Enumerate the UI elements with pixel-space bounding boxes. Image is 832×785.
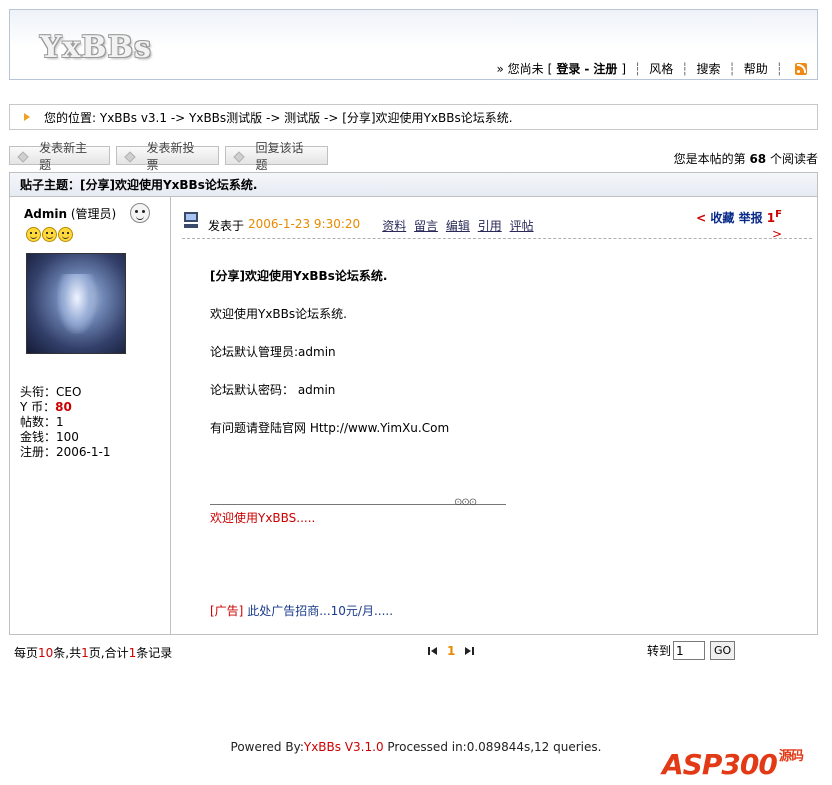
post-tools: < 收藏 举报 1F [696, 209, 782, 225]
signature: 欢迎使用YxBBS..... [210, 511, 316, 525]
post-meta: 发表于 2006-1-23 9:30:20 资料 留言 编辑 引用 评帖 [208, 217, 534, 233]
diamond-icon [123, 150, 135, 162]
top-nav: » 您尚未 [ 登录 - 注册 ] ┆ 风格 ┆ 搜索 ┆ 帮助 ┆ [496, 60, 807, 77]
message-link[interactable]: 留言 [414, 219, 438, 233]
style-link[interactable]: 风格 [649, 60, 673, 77]
watermark-logo: ASP300 源码 [662, 748, 804, 781]
new-topic-button[interactable]: 发表新主题 [9, 141, 110, 172]
smiley-icon [26, 227, 41, 242]
author-panel: Admin (管理员) 头衔：CEO Y 币：80 帖数：1 金钱：100 注册… [10, 197, 171, 634]
breadcrumb-text[interactable]: 您的位置: YxBBs v3.1 -> YxBBs测试版 -> 测试版 -> [… [44, 109, 513, 126]
thread-box: 贴子主题：[分享]欢迎使用YxBBs论坛系统. Admin (管理员) 头衔：C… [9, 172, 818, 635]
arrow-right-icon [24, 113, 30, 121]
edit-link[interactable]: 编辑 [446, 219, 470, 233]
favorite-link[interactable]: 收藏 [710, 211, 734, 225]
register-link[interactable]: 注册 [593, 60, 617, 77]
profile-link[interactable]: 资料 [382, 219, 406, 233]
help-link[interactable]: 帮助 [744, 60, 768, 77]
eyes-decoration-icon: ⊙⊙⊙ [454, 497, 477, 508]
post-line: 论坛默认管理员:admin [210, 345, 336, 359]
avatar [26, 253, 126, 354]
nav-separator: ┆ [681, 61, 689, 76]
site-logo[interactable]: YxBBs [40, 30, 152, 65]
goto-page: 转到 GO [647, 641, 736, 660]
rate-link[interactable]: 评帖 [510, 219, 534, 233]
report-link[interactable]: 举报 [739, 211, 763, 225]
nav-separator: ┆ [775, 61, 783, 76]
product-link[interactable]: YxBBs V3.1.0 [304, 740, 384, 754]
login-link[interactable]: 登录 [556, 60, 580, 77]
ad-banner[interactable]: [广告] 此处广告招商...10元/月..... [210, 602, 393, 619]
diamond-icon [16, 150, 27, 162]
thread-title: 贴子主题：[分享]欢迎使用YxBBs论坛系统. [10, 173, 817, 197]
floor-number: 1 [766, 211, 776, 225]
post-panel: 发表于 2006-1-23 9:30:20 资料 留言 编辑 引用 评帖 < 收… [172, 197, 817, 634]
post-date: 2006-1-23 9:30:20 [248, 217, 361, 231]
login-status-text: » 您尚未 [496, 62, 544, 76]
reader-count: 您是本帖的第 68 个阅读者 [673, 152, 818, 166]
reply-button[interactable]: 回复该话题 [225, 141, 328, 172]
post-line: 有问题请登陆官网 Http://www.YimXu.Com [210, 421, 450, 435]
post-line: 论坛默认密码： admin [210, 383, 336, 397]
current-page[interactable]: 1 [447, 644, 455, 658]
thread-actions: 发表新主题 发表新投票 回复该话题 [9, 141, 328, 172]
nav-separator: ┆ [634, 61, 642, 76]
site-header: YxBBs » 您尚未 [ 登录 - 注册 ] ┆ 风格 ┆ 搜索 ┆ 帮助 ┆ [9, 9, 818, 80]
first-page-icon[interactable] [428, 646, 437, 656]
rss-icon[interactable] [795, 62, 807, 75]
post-title: [分享]欢迎使用YxBBs论坛系统. [210, 269, 388, 283]
nav-separator: ┆ [728, 61, 736, 76]
search-link[interactable]: 搜索 [697, 60, 721, 77]
computer-icon [184, 212, 198, 228]
smiley-icon [58, 227, 73, 242]
go-button[interactable]: GO [710, 641, 736, 660]
rank-smileys [26, 227, 73, 242]
smiley-icon [42, 227, 57, 242]
author-stats: 头衔：CEO Y 币：80 帖数：1 金钱：100 注册：2006-1-1 [20, 385, 111, 459]
breadcrumb: 您的位置: YxBBs v3.1 -> YxBBs测试版 -> 测试版 -> [… [9, 104, 818, 130]
pager-summary: 每页10条,共1页,合计1条记录 [14, 646, 173, 660]
goto-page-input[interactable] [673, 641, 706, 660]
post-header: 发表于 2006-1-23 9:30:20 资料 留言 编辑 引用 评帖 < 收… [182, 207, 812, 241]
pager-nav: 1 [428, 644, 474, 658]
diamond-icon [232, 150, 244, 162]
new-poll-button[interactable]: 发表新投票 [116, 141, 219, 172]
author-name[interactable]: Admin (管理员) [24, 205, 116, 222]
quote-link[interactable]: 引用 [478, 219, 502, 233]
post-body: [分享]欢迎使用YxBBs论坛系统. 欢迎使用YxBBs论坛系统. 论坛默认管理… [210, 267, 449, 457]
post-line: 欢迎使用YxBBs论坛系统. [210, 307, 347, 321]
last-page-icon[interactable] [465, 646, 474, 656]
admin-face-icon [130, 203, 150, 223]
